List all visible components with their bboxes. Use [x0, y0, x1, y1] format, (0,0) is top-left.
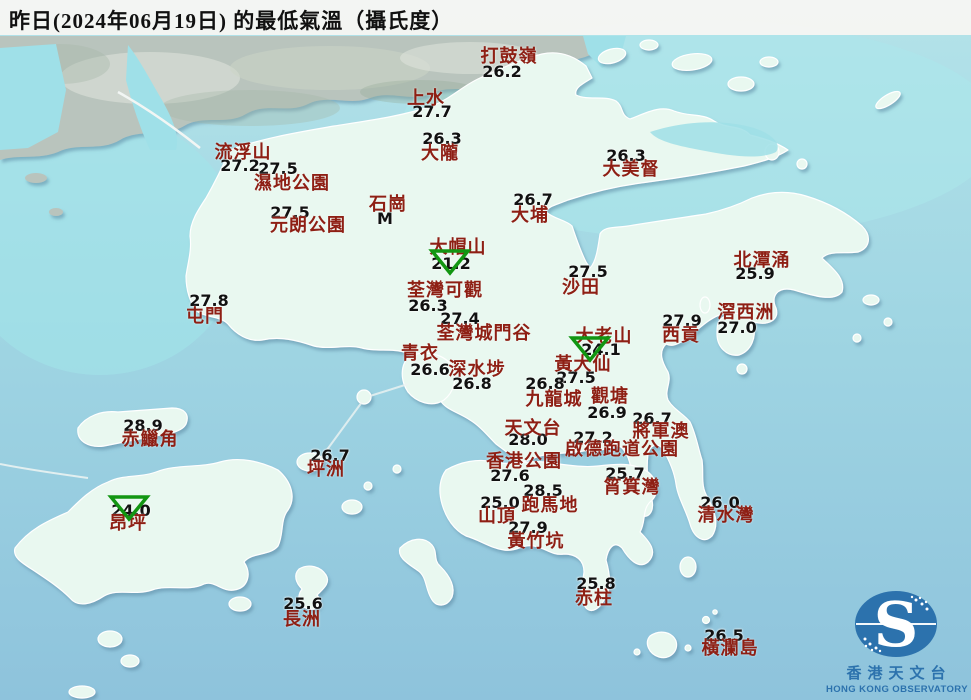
typhoon-swirl-glyph: S [874, 588, 919, 660]
basalt-island [884, 318, 892, 326]
hko-min-temp-map-screen: 26.2打鼓嶺27.7上水26.3大隴26.3大美督27.2流浮山27.5濕地公… [0, 0, 971, 700]
kau-sai-chau-island [717, 314, 754, 356]
hko-logo-icon: S [840, 588, 952, 660]
kau-yi-chau-island [393, 465, 401, 473]
southwest-islet [69, 686, 95, 698]
waglan-island [703, 617, 710, 624]
ap-chau-island [640, 40, 658, 50]
ma-wan-island [357, 390, 371, 404]
sharp-island [700, 297, 710, 313]
sunshine-island [364, 482, 372, 490]
hko-logo-english: HONG KONG OBSERVATORY [826, 684, 966, 695]
page-title: 昨日(2024年06月19日) 的最低氣溫（攝氏度） [9, 5, 453, 35]
port-island [797, 159, 807, 169]
town-island [863, 295, 879, 305]
soko-island-2 [121, 655, 139, 667]
hko-logo: S 香港天文台 HONG KONG OBSERVATORY [826, 588, 966, 695]
shek-kwu-chau-island [229, 597, 251, 611]
tung-lung-chau-island [680, 557, 696, 577]
shelter-island [737, 364, 747, 374]
hko-logo-chinese: 香港天文台 [826, 662, 966, 683]
hei-ling-chau-island [342, 500, 362, 514]
soko-island-1 [98, 631, 122, 647]
